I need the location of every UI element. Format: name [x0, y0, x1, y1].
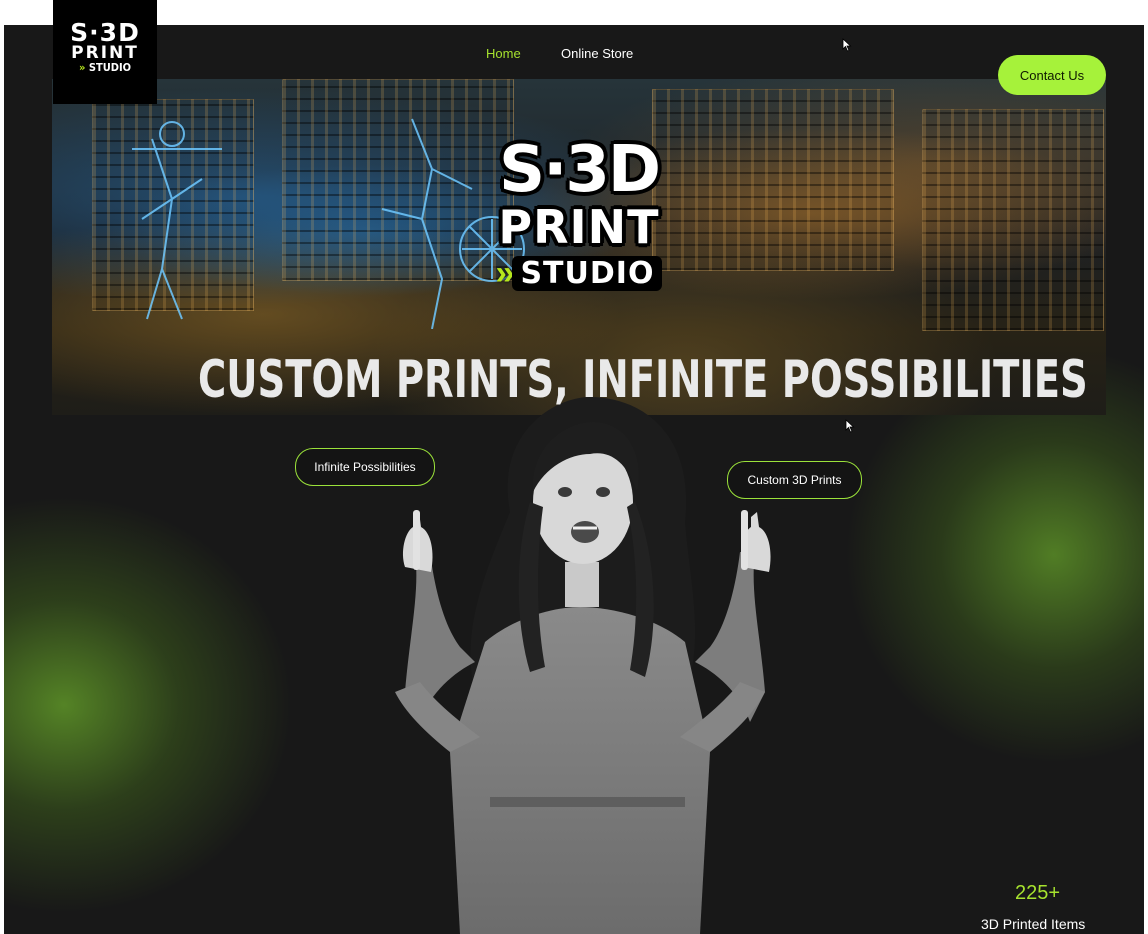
light-sculptures [132, 118, 525, 329]
green-glow-left [4, 495, 294, 915]
cursor-icon [842, 38, 852, 52]
hero-logo-line3-row: » STUDIO [488, 254, 670, 293]
logo-line1: S·3D [70, 18, 140, 47]
logo-line2: PRINT [71, 43, 139, 63]
logo-line3: STUDIO [88, 61, 132, 74]
nav-home[interactable]: Home [486, 46, 521, 61]
stat-label: 3D Printed Items [981, 916, 1086, 932]
site-logo[interactable]: S·3D PRINT » STUDIO [53, 0, 157, 104]
custom-3d-prints-button[interactable]: Custom 3D Prints [727, 461, 862, 499]
cursor-icon [845, 419, 855, 433]
building [652, 89, 894, 271]
contact-us-button[interactable]: Contact Us [998, 55, 1106, 95]
hero-logo-line1: S·3D [498, 133, 661, 207]
logo-line3-row: » STUDIO [53, 61, 157, 75]
chevron-icon: » [495, 254, 515, 292]
nav-online-store[interactable]: Online Store [561, 46, 633, 61]
chevron-icon: » [78, 61, 86, 74]
infinite-possibilities-button[interactable]: Infinite Possibilities [295, 448, 435, 486]
hero-headline: CUSTOM PRINTS, INFINITE POSSIBILITIES [198, 350, 1088, 410]
hero-logo-line2: PRINT [498, 200, 660, 254]
stat-value: 225+ [1015, 882, 1061, 904]
building [922, 109, 1104, 331]
hero-logo-line3: STUDIO [512, 256, 663, 291]
hero-logo: S·3D PRINT » STUDIO [488, 138, 670, 314]
